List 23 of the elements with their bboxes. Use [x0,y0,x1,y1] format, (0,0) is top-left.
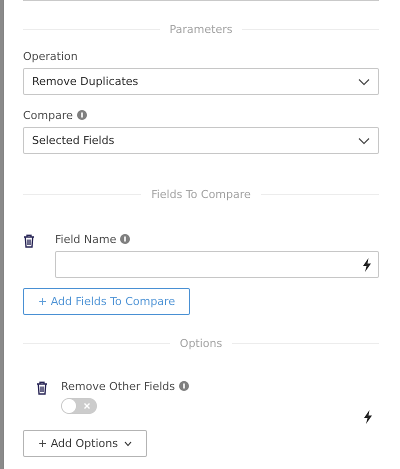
x-icon [83,402,91,410]
chevron-down-icon [358,136,370,144]
section-heading: Options [180,337,222,350]
section-heading: Parameters [170,23,232,36]
info-icon [76,110,87,120]
dropdown[interactable]: Remove Duplicates [23,68,379,95]
chevron-down-icon [358,78,370,86]
chevron-down-icon [124,440,132,446]
field-label: Operation [23,50,78,62]
field-label: Field Name [55,232,116,246]
add-options-button[interactable]: + Add Options [23,430,147,457]
toggle-switch[interactable] [61,398,97,414]
lightning-bolt-icon [362,258,372,272]
field-label: Remove Other Fields [61,380,175,392]
info-icon [179,381,189,391]
trash-icon[interactable] [23,234,35,248]
info-icon [120,234,130,244]
section-heading: Fields To Compare [151,188,251,201]
dropdown[interactable]: Selected Fields [23,127,379,154]
input-field[interactable] [55,251,379,278]
field-label: Compare [23,108,73,122]
trash-icon[interactable] [36,381,48,395]
lightning-bolt-icon [363,410,373,424]
